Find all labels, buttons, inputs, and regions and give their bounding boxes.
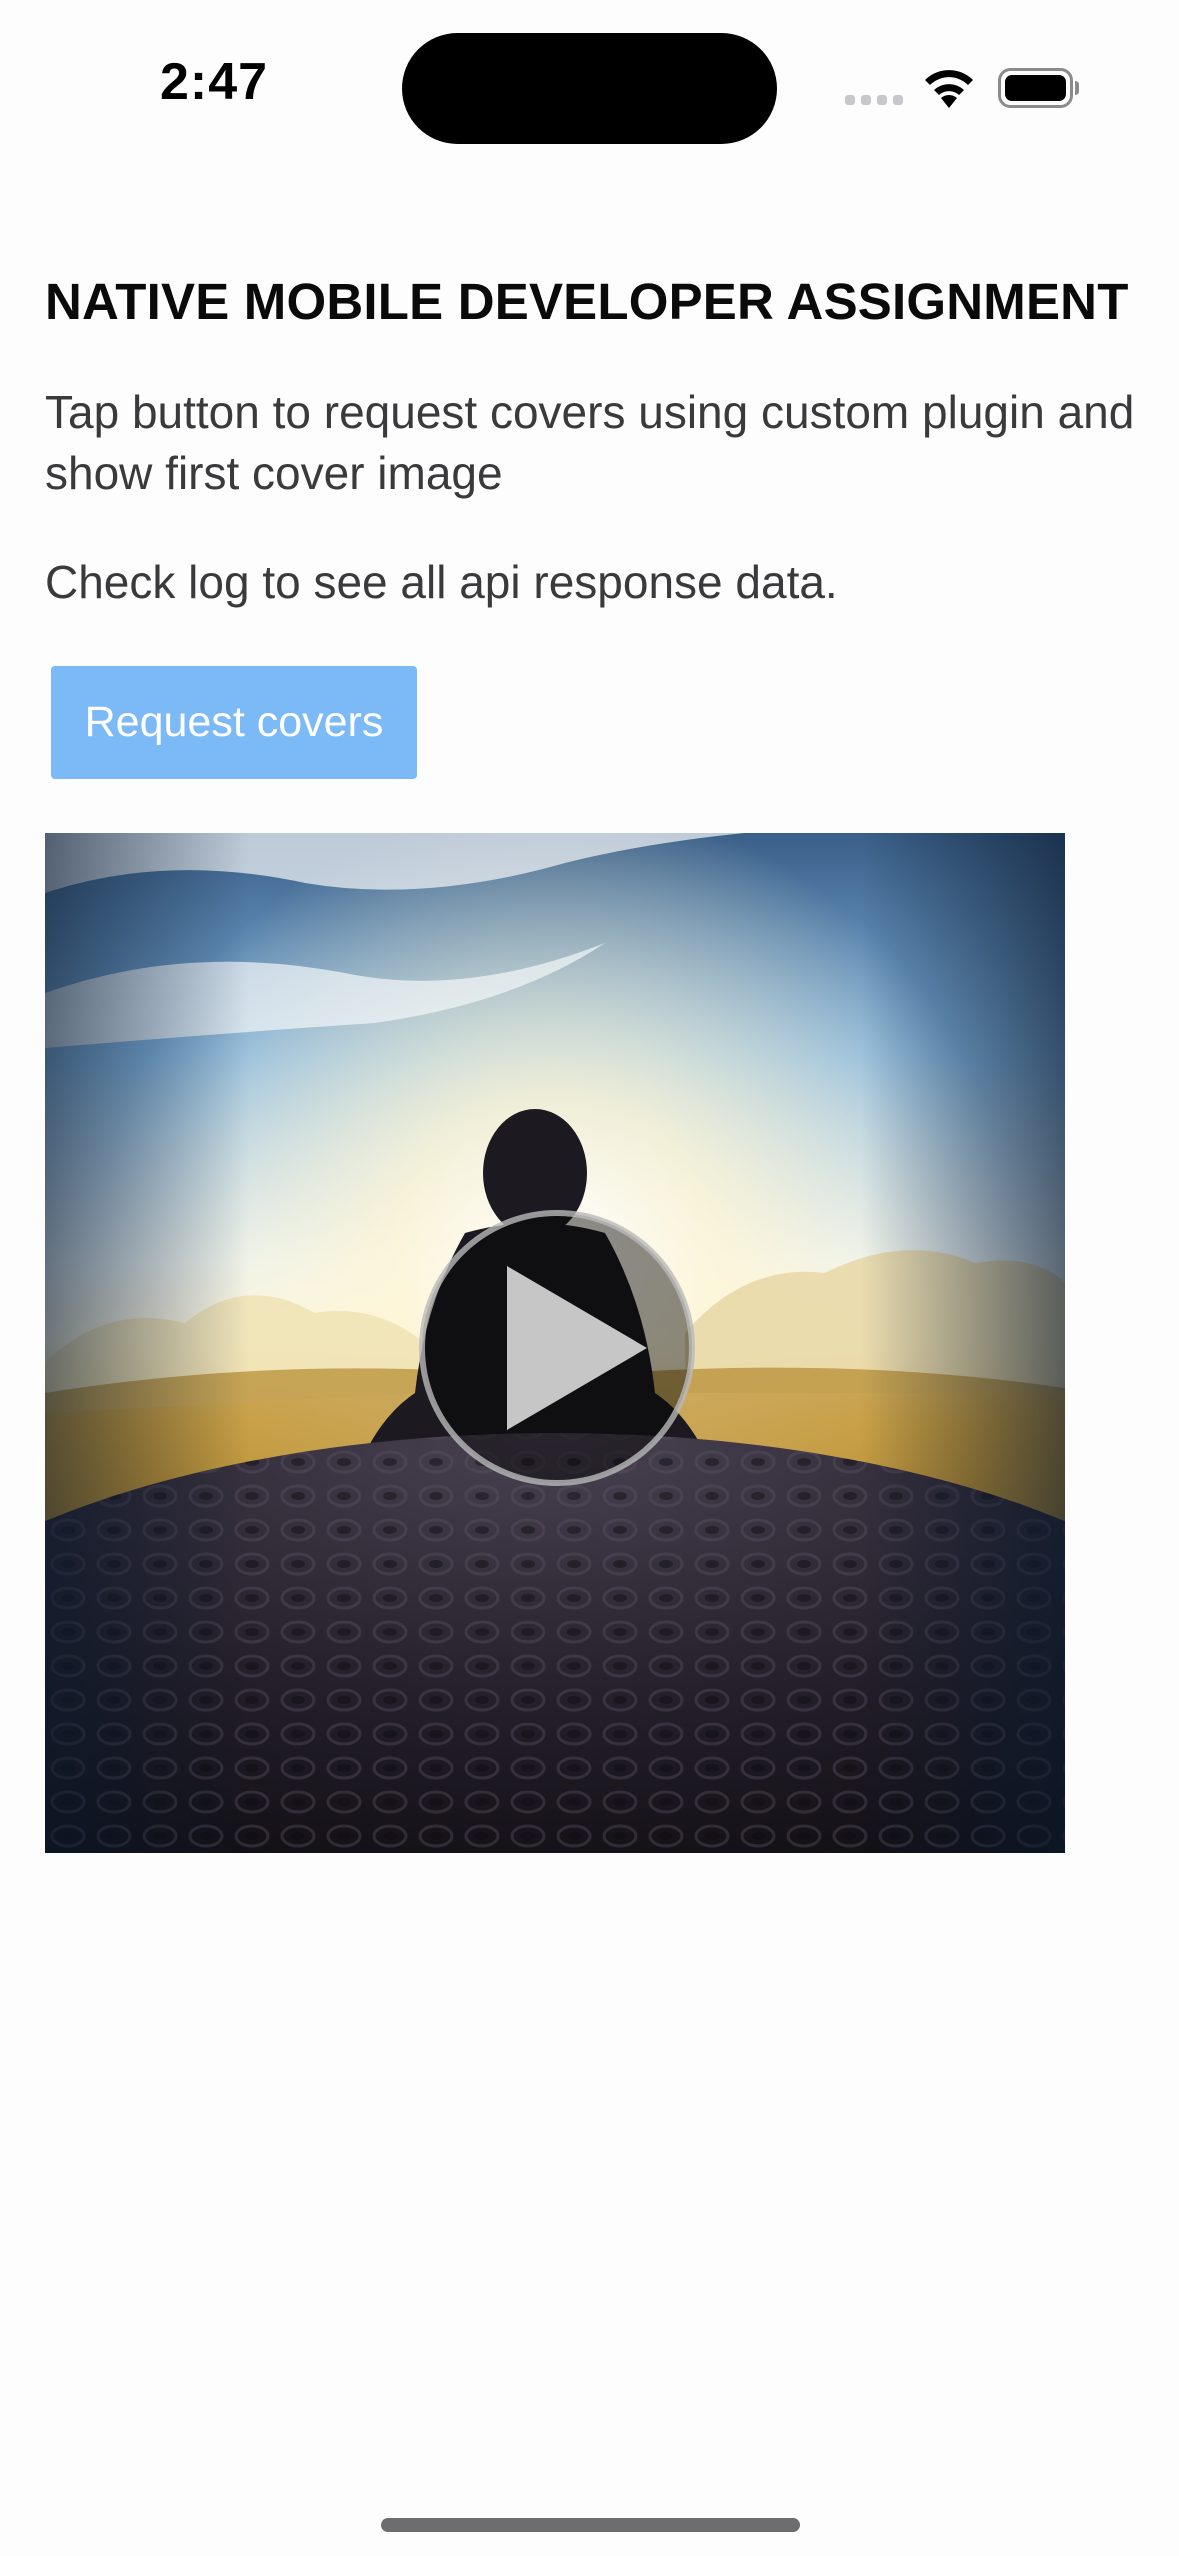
dynamic-island xyxy=(402,33,777,144)
page-title: NATIVE MOBILE DEVELOPER ASSIGNMENT xyxy=(45,273,1129,330)
play-button[interactable] xyxy=(419,1210,695,1486)
status-time: 2:47 xyxy=(160,53,269,111)
status-bar: 2:47 xyxy=(0,0,1179,150)
request-covers-button[interactable]: Request covers xyxy=(51,666,417,779)
cellular-signal-icon xyxy=(845,95,905,105)
cover-image[interactable] xyxy=(45,833,1065,1853)
home-indicator[interactable] xyxy=(381,2518,800,2532)
battery-icon xyxy=(998,68,1079,108)
wifi-icon xyxy=(925,70,973,108)
description-text: Tap button to request covers using custo… xyxy=(45,386,1135,499)
log-hint-text: Check log to see all api response data. xyxy=(45,556,838,608)
